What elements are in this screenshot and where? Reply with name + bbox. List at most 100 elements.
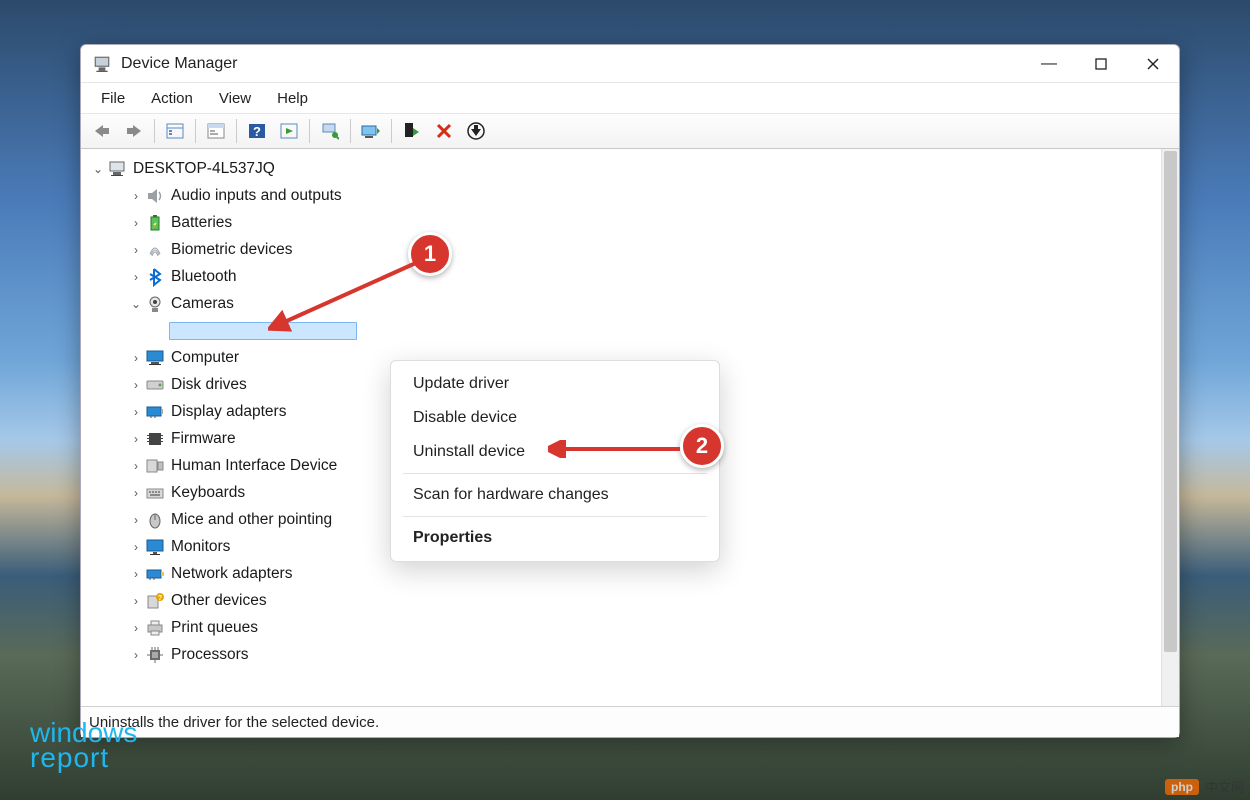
scan-icon — [321, 122, 339, 140]
chevron-right-icon[interactable]: › — [127, 378, 145, 392]
tree-node-processors[interactable]: ›Processors — [83, 641, 1159, 668]
context-menu-separator — [403, 516, 707, 517]
tree-node-print-queues[interactable]: ›Print queues — [83, 614, 1159, 641]
titlebar[interactable]: Device Manager — — [81, 45, 1179, 83]
chevron-right-icon[interactable]: › — [127, 405, 145, 419]
svg-text:?: ? — [253, 124, 261, 139]
panel-icon — [166, 123, 184, 139]
ctx-disable-device[interactable]: Disable device — [391, 401, 719, 435]
tree-node-bluetooth[interactable]: ›Bluetooth — [83, 263, 1159, 290]
monitor-icon — [145, 537, 165, 557]
fingerprint-icon — [145, 240, 165, 260]
arrow-right-icon — [125, 124, 143, 138]
scrollbar-thumb[interactable] — [1164, 151, 1177, 652]
toolbar-separator — [391, 119, 392, 143]
selected-device-blurred — [169, 322, 357, 340]
chevron-right-icon[interactable]: › — [127, 594, 145, 608]
vertical-scrollbar[interactable] — [1161, 149, 1179, 706]
scrollbar-track[interactable] — [1162, 149, 1179, 706]
battery-icon — [145, 213, 165, 233]
camera-icon — [145, 294, 165, 314]
chevron-right-icon[interactable]: › — [127, 513, 145, 527]
toolbar: ? — [81, 113, 1179, 149]
help-icon: ? — [248, 123, 266, 139]
scan-hardware-button[interactable] — [315, 117, 345, 145]
chevron-right-icon[interactable]: › — [127, 567, 145, 581]
tree-node-audio[interactable]: ›Audio inputs and outputs — [83, 182, 1159, 209]
tree-node-network[interactable]: ›Network adapters — [83, 560, 1159, 587]
computer-root-icon — [107, 159, 127, 179]
chevron-right-icon[interactable]: › — [127, 432, 145, 446]
chevron-right-icon[interactable]: › — [127, 486, 145, 500]
menu-action[interactable]: Action — [139, 87, 205, 110]
nav-forward-button[interactable] — [119, 117, 149, 145]
show-hide-tree-button[interactable] — [160, 117, 190, 145]
ctx-update-driver[interactable]: Update driver — [391, 367, 719, 401]
tree-node-batteries[interactable]: ›Batteries — [83, 209, 1159, 236]
chevron-right-icon[interactable]: › — [127, 216, 145, 230]
context-menu-separator — [403, 473, 707, 474]
menubar: File Action View Help — [81, 83, 1179, 113]
devicemgr-icon — [93, 55, 111, 73]
ctx-properties[interactable]: Properties — [391, 521, 719, 555]
property-sheet-icon — [207, 123, 225, 139]
chevron-right-icon[interactable]: › — [127, 351, 145, 365]
tree-root-label: DESKTOP-4L537JQ — [133, 160, 275, 178]
action-icon — [280, 123, 298, 139]
keyboard-icon — [145, 483, 165, 503]
ctx-uninstall-device[interactable]: Uninstall device — [391, 435, 719, 469]
other-devices-icon: ? — [145, 591, 165, 611]
chevron-down-icon[interactable]: ⌄ — [127, 297, 145, 311]
chevron-right-icon[interactable]: › — [127, 189, 145, 203]
help-button[interactable]: ? — [242, 117, 272, 145]
speaker-icon — [145, 186, 165, 206]
properties-button[interactable] — [201, 117, 231, 145]
disable-icon — [403, 122, 421, 140]
uninstall-device-button[interactable] — [429, 117, 459, 145]
tree-root[interactable]: ⌄ DESKTOP-4L537JQ — [83, 155, 1159, 182]
watermark-php: php 中文网 — [1165, 777, 1244, 796]
toolbar-separator — [236, 119, 237, 143]
toolbar-separator — [309, 119, 310, 143]
network-icon — [145, 564, 165, 584]
maximize-button[interactable] — [1075, 45, 1127, 83]
arrow-left-icon — [93, 124, 111, 138]
minimize-button[interactable]: — — [1023, 45, 1075, 83]
tree-node-biometric[interactable]: ›Biometric devices — [83, 236, 1159, 263]
close-button[interactable] — [1127, 45, 1179, 83]
tree-node-other[interactable]: ›?Other devices — [83, 587, 1159, 614]
bluetooth-icon — [145, 267, 165, 287]
nav-back-button[interactable] — [87, 117, 117, 145]
maximize-icon — [1095, 58, 1107, 70]
context-menu: Update driver Disable device Uninstall d… — [390, 360, 720, 562]
annotation-badge-1: 1 — [408, 232, 452, 276]
chevron-right-icon[interactable]: › — [127, 459, 145, 473]
statusbar: Uninstalls the driver for the selected d… — [81, 707, 1179, 737]
tree-node-camera-device[interactable] — [83, 317, 1159, 344]
chevron-right-icon[interactable]: › — [127, 648, 145, 662]
install-legacy-button[interactable] — [461, 117, 491, 145]
toolbar-separator — [154, 119, 155, 143]
chevron-right-icon[interactable]: › — [127, 243, 145, 257]
tree-node-cameras[interactable]: ⌄Cameras — [83, 290, 1159, 317]
chevron-down-icon[interactable]: ⌄ — [89, 162, 107, 176]
action-button[interactable] — [274, 117, 304, 145]
watermark-windowsreport: windows report — [30, 720, 137, 770]
menu-file[interactable]: File — [89, 87, 137, 110]
ctx-scan-hardware[interactable]: Scan for hardware changes — [391, 478, 719, 512]
hid-icon — [145, 456, 165, 476]
menu-view[interactable]: View — [207, 87, 263, 110]
chevron-right-icon[interactable]: › — [127, 270, 145, 284]
chevron-right-icon[interactable]: › — [127, 621, 145, 635]
update-driver-button[interactable] — [356, 117, 386, 145]
chevron-right-icon[interactable]: › — [127, 540, 145, 554]
menu-help[interactable]: Help — [265, 87, 320, 110]
window-controls: — — [1023, 45, 1179, 83]
cpu-icon — [145, 645, 165, 665]
uninstall-icon — [436, 123, 452, 139]
disk-icon — [145, 375, 165, 395]
display-adapter-icon — [145, 402, 165, 422]
php-badge: php — [1165, 779, 1199, 795]
svg-text:?: ? — [158, 595, 162, 602]
disable-device-button[interactable] — [397, 117, 427, 145]
